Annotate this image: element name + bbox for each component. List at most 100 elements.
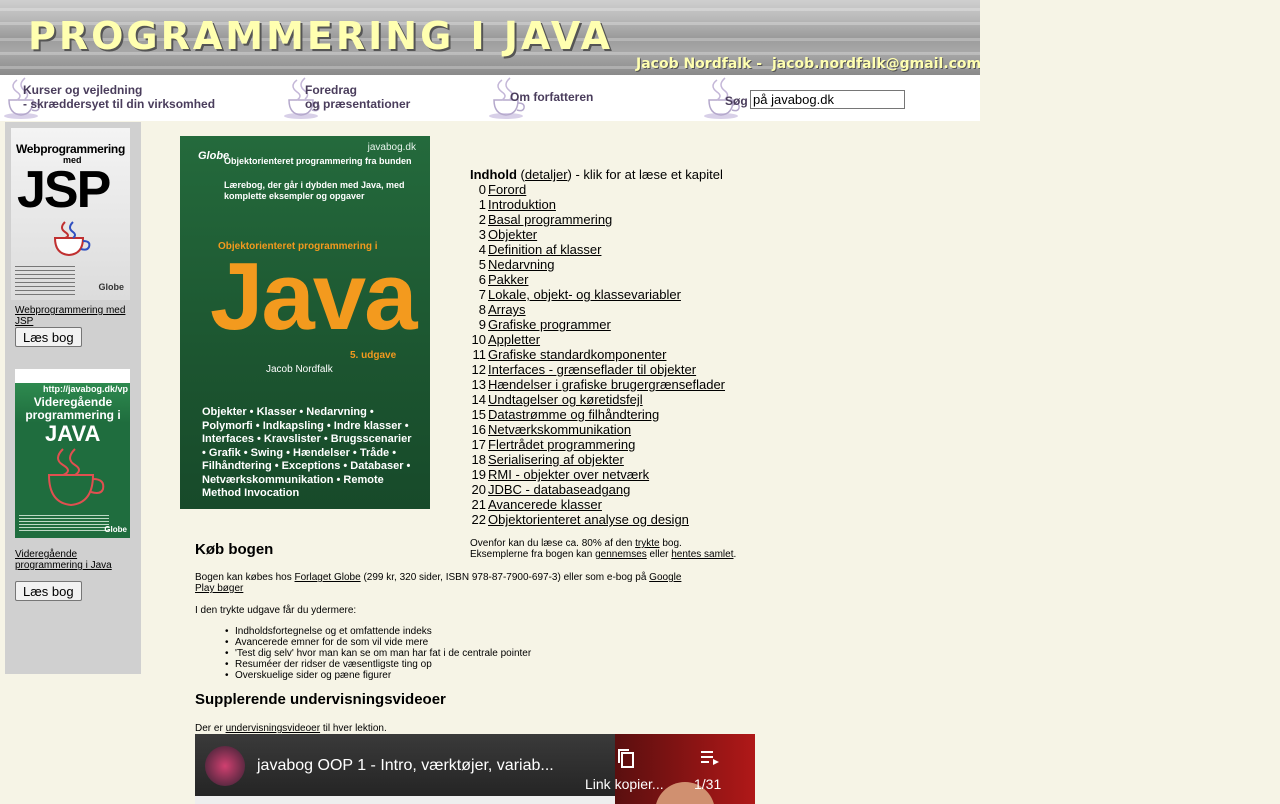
list-item: Resuméer der ridser de væsentligste ting… [225, 659, 531, 670]
toc-chapter-number: 17 [471, 437, 486, 452]
java-book-cover: javabog.dk Globe Objektorienteret progra… [180, 136, 430, 509]
cover-topics: Objekter • Klasser • Nedarvning • Polymo… [202, 406, 412, 499]
cover-author: Jacob Nordfalk [266, 364, 333, 375]
toc-row: 0 Forord [470, 182, 725, 197]
toc-chapter-number: 6 [478, 272, 486, 287]
toc-chapter-link[interactable]: Netværkskommunikation [488, 422, 631, 437]
toc-chapter-link[interactable]: Definition af klasser [488, 242, 601, 257]
toc-chapter-number: 18 [471, 452, 486, 467]
nav-talks-line1: Foredrag [305, 83, 358, 97]
toc-chapter-number: 1 [478, 197, 486, 212]
toc-chapter-number: 22 [471, 512, 486, 527]
nav-courses-line1: Kurser og vejledning [23, 83, 143, 97]
cover-bullet-1: Objektorienteret programmering fra bunde… [224, 156, 412, 166]
toc-row: 6 Pakker [470, 272, 725, 287]
read-jsp-book-button[interactable]: Læs bog [15, 327, 82, 347]
playlist-icon[interactable] [700, 749, 720, 767]
publisher-link[interactable]: Forlaget Globe [295, 572, 361, 583]
toc-chapter-number: 9 [478, 317, 486, 332]
toc-row: 3 Objekter [470, 227, 725, 242]
jsp-book-cover[interactable]: Webprogrammering med JSP Globe [11, 128, 130, 300]
toc-chapter-link[interactable]: Undtagelser og køretidsfejl [488, 392, 643, 407]
toc-row: 15 Datastrømme og filhåndtering [470, 407, 725, 422]
site-banner: PROGRAMMERING I JAVA Jacob Nordfalk - ja… [0, 0, 980, 75]
toc-chapter-link[interactable]: Objektorienteret analyse og design [488, 512, 689, 527]
toc-chapter-link[interactable]: Grafiske standardkomponenter [488, 347, 666, 362]
videos-link[interactable]: undervisningsvideoer [226, 723, 321, 734]
list-item: 'Test dig selv' hvor man kan se om man h… [225, 648, 531, 659]
toc-chapter-link[interactable]: JDBC - databaseadgang [488, 482, 630, 497]
toc-chapter-number: 4 [478, 242, 486, 257]
download-examples-link[interactable]: hentes samlet [671, 549, 733, 560]
jsp-book-link[interactable]: Webprogrammering med JSP [15, 305, 133, 327]
toc-chapter-link[interactable]: Forord [488, 182, 526, 197]
buy-text-part: Bogen kan købes hos [195, 572, 295, 583]
list-item: Overskuelige sider og pæne figurer [225, 670, 531, 681]
toc-chapter-link[interactable]: Hændelser i grafiske brugergrænseflader [488, 377, 725, 392]
toc-row: 17 Flertrådet programmering [470, 437, 725, 452]
toc-row: 12 Interfaces - grænseflader til objekter [470, 362, 725, 377]
videos-text: Der er undervisningsvideoer til hver lek… [195, 723, 387, 734]
toc-chapter-link[interactable]: Flertrådet programmering [488, 437, 635, 452]
toc-chapter-link[interactable]: Lokale, objekt- og klassevariabler [488, 287, 681, 302]
toc-chapter-link[interactable]: Interfaces - grænseflader til objekter [488, 362, 696, 377]
toc-chapter-link[interactable]: Arrays [488, 302, 526, 317]
cover-edition: 5. udgave [350, 350, 397, 361]
buy-text: Bogen kan købes hos Forlaget Globe (299 … [195, 572, 695, 594]
cover-site: javabog.dk [367, 142, 416, 153]
toc-chapter-number: 7 [478, 287, 486, 302]
toc-chapter-number: 16 [471, 422, 486, 437]
toc-chapter-link[interactable]: Introduktion [488, 197, 556, 212]
video-player[interactable]: javabog OOP 1 - Intro, værktøjer, variab… [195, 734, 755, 804]
nav-talks-link[interactable]: Foredrag og præsentationer [305, 83, 410, 111]
toc-row: 19 RMI - objekter over netværk [470, 467, 725, 482]
toc-chapter-link[interactable]: Objekter [488, 227, 537, 242]
toc-chapter-link[interactable]: Nedarvning [488, 257, 555, 272]
toc-chapter-number: 10 [471, 332, 486, 347]
vp-book-link[interactable]: Videregående programmering i Java [15, 549, 133, 571]
toc-chapter-number: 11 [472, 347, 487, 362]
toc-heading-suffix: ) - klik for at læse et kapitel [567, 167, 723, 182]
videos-heading: Supplerende undervisningsvideoer [195, 691, 446, 708]
toc-chapter-number: 5 [478, 257, 486, 272]
nav-bar: Kurser og vejledning - skræddersyet til … [0, 75, 980, 121]
toc-chapter-number: 13 [471, 377, 486, 392]
toc-note: Ovenfor kan du læse ca. 80% af den trykt… [470, 538, 736, 560]
toc-chapter-link[interactable]: Avancerede klasser [488, 497, 602, 512]
nav-about-link[interactable]: Om forfatteren [510, 90, 593, 104]
videos-text-part: Der er [195, 723, 226, 734]
vp-book-cover[interactable]: http://javabog.dk/vp Videregående progra… [15, 369, 130, 538]
toc-note-text: eller [646, 549, 672, 560]
toc-chapter-number: 21 [471, 497, 486, 512]
toc-heading: Indhold [470, 167, 517, 182]
search-label: Søg [725, 94, 748, 108]
toc-chapter-number: 0 [478, 182, 486, 197]
video-title[interactable]: javabog OOP 1 - Intro, værktøjer, variab… [257, 757, 554, 775]
vp-cover-big: JAVA [45, 421, 101, 446]
toc-note-text: . [733, 549, 737, 560]
cover-big-title: Java [210, 243, 418, 350]
coffee-cup-icon [53, 221, 91, 257]
toc-chapter-link[interactable]: Datastrømme og filhåndtering [488, 407, 659, 422]
buy-heading: Køb bogen [195, 541, 274, 558]
toc-chapter-link[interactable]: Grafiske programmer [488, 317, 611, 332]
toc-chapter-link[interactable]: Pakker [488, 272, 528, 287]
cover-bullet-2: Lærebog, der går i dybden med Java, med … [224, 180, 405, 201]
toc-details-link[interactable]: detaljer [525, 167, 568, 182]
channel-avatar[interactable] [205, 746, 245, 786]
copy-link-icon[interactable] [616, 747, 636, 769]
printed-book-link[interactable]: trykte [635, 538, 659, 549]
search-input[interactable] [750, 90, 905, 109]
browse-examples-link[interactable]: gennemses [595, 549, 647, 560]
toc-chapter-link[interactable]: Appletter [488, 332, 540, 347]
toc-chapter-link[interactable]: RMI - objekter over netværk [488, 467, 649, 482]
extras-intro: I den trykte udgave får du ydermere: [195, 605, 357, 616]
buy-text-part: (299 kr, 320 sider, ISBN 978-87-7900-697… [360, 572, 650, 583]
jsp-cover-title: Webprogrammering [16, 142, 125, 156]
nav-courses-link[interactable]: Kurser og vejledning - skræddersyet til … [23, 83, 215, 111]
copy-link-label: Link kopier... [585, 776, 664, 792]
toc-chapter-link[interactable]: Serialisering af objekter [488, 452, 624, 467]
read-vp-book-button[interactable]: Læs bog [15, 581, 82, 601]
toc-heading-row: Indhold (detaljer) - klik for at læse et… [470, 167, 723, 182]
toc-chapter-link[interactable]: Basal programmering [488, 212, 612, 227]
